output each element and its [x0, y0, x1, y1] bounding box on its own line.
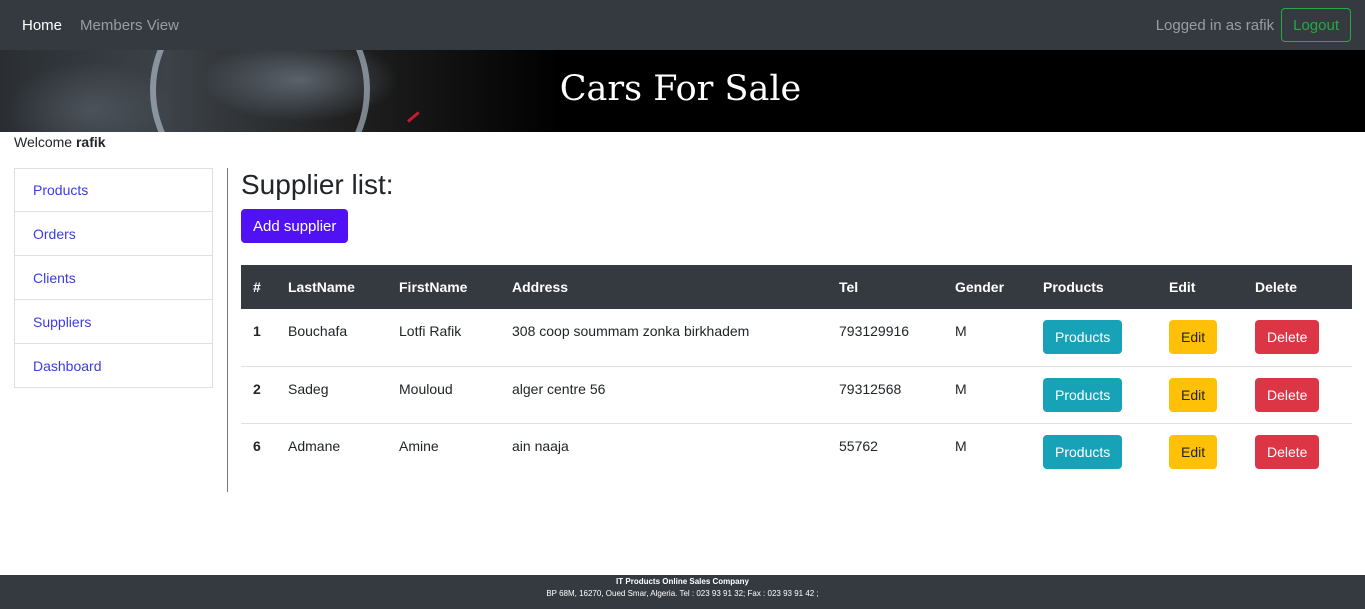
products-button[interactable]: Products: [1043, 377, 1123, 412]
delete-button[interactable]: Delete: [1255, 377, 1320, 412]
edit-button[interactable]: Edit: [1169, 434, 1218, 469]
column-header-gender: Gender: [943, 265, 1031, 309]
add-supplier-button[interactable]: Add supplier: [241, 209, 349, 243]
cell-address: ain naaja: [512, 437, 569, 454]
cell-id: 2: [241, 366, 276, 424]
top-navbar: Home Members View Logged in as rafik Log…: [0, 0, 1365, 50]
cell-tel: 55762: [839, 437, 878, 454]
sidebar-menu: Products Orders Clients Suppliers Dashbo…: [14, 168, 213, 388]
cell-id: 6: [253, 437, 261, 454]
column-header-tel: Tel: [827, 265, 943, 309]
delete-button[interactable]: Delete: [1255, 320, 1320, 354]
content-divider: [227, 168, 228, 492]
cell-firstname: Lotfi Rafik: [387, 309, 500, 367]
nav-members-view-link[interactable]: Members View: [80, 17, 179, 34]
column-header-id: #: [241, 265, 276, 309]
main-content: Supplier list: Add supplier # LastName F…: [241, 168, 1352, 480]
cell-lastname: Admane: [288, 437, 341, 454]
cell-gender: M: [943, 309, 1031, 367]
products-button[interactable]: Products: [1043, 434, 1123, 469]
column-header-products: Products: [1031, 265, 1157, 309]
cell-lastname: Sadeg: [276, 366, 387, 424]
table-header-row: # LastName FirstName Address Tel Gender …: [241, 265, 1352, 309]
table-row: 2 Sadeg Mouloud alger centre 56 79312568…: [241, 366, 1352, 424]
supplier-table: # LastName FirstName Address Tel Gender …: [241, 265, 1352, 480]
cell-address: 308 coop soummam zonka birkhadem: [500, 309, 827, 367]
column-header-edit: Edit: [1157, 265, 1243, 309]
delete-button[interactable]: Delete: [1255, 434, 1320, 469]
welcome-prefix: Welcome: [14, 134, 73, 150]
sidebar-item-dashboard[interactable]: Dashboard: [14, 343, 213, 388]
site-title: Cars For Sale: [559, 69, 802, 109]
logout-button[interactable]: Logout: [1281, 8, 1351, 42]
page-title: Supplier list:: [241, 169, 394, 200]
welcome-username: rafik: [75, 134, 106, 150]
cell-tel: 79312568: [827, 366, 943, 424]
page-footer: IT Products Online Sales Company BP 68M,…: [0, 575, 1365, 609]
cell-firstname: Mouloud: [387, 366, 500, 424]
sidebar-item-clients[interactable]: Clients: [14, 255, 213, 300]
column-header-address: Address: [500, 265, 827, 309]
cell-tel: 793129916: [827, 309, 943, 367]
cell-gender: M: [943, 366, 1031, 424]
cell-firstname: Amine: [399, 437, 439, 454]
table-row: 6 Admane Amine ain naaja 55762 M Product…: [241, 423, 1352, 480]
edit-button[interactable]: Edit: [1169, 377, 1218, 412]
column-header-delete: Delete: [1243, 265, 1352, 309]
nav-home-link[interactable]: Home: [22, 17, 62, 34]
edit-button[interactable]: Edit: [1169, 320, 1218, 354]
footer-company: IT Products Online Sales Company: [616, 577, 749, 586]
footer-address: BP 68M, 16270, Oued Smar, Algeria. Tel :…: [546, 589, 819, 598]
column-header-lastname: LastName: [276, 265, 387, 309]
cell-gender: M: [955, 437, 967, 454]
cell-lastname: Bouchafa: [276, 309, 387, 367]
sidebar-item-orders[interactable]: Orders: [14, 211, 213, 256]
logged-in-text: Logged in as rafik: [1155, 16, 1275, 34]
sidebar-item-products[interactable]: Products: [14, 168, 213, 212]
cell-id: 1: [241, 309, 276, 367]
table-row: 1 Bouchafa Lotfi Rafik 308 coop soummam …: [241, 309, 1352, 367]
products-button[interactable]: Products: [1043, 320, 1123, 354]
cell-address: alger centre 56: [500, 366, 827, 424]
welcome-message: Welcome rafik: [14, 134, 106, 150]
column-header-firstname: FirstName: [387, 265, 500, 309]
sidebar-item-suppliers[interactable]: Suppliers: [14, 299, 213, 344]
header-banner: 7 Cars For Sale: [0, 50, 1365, 132]
